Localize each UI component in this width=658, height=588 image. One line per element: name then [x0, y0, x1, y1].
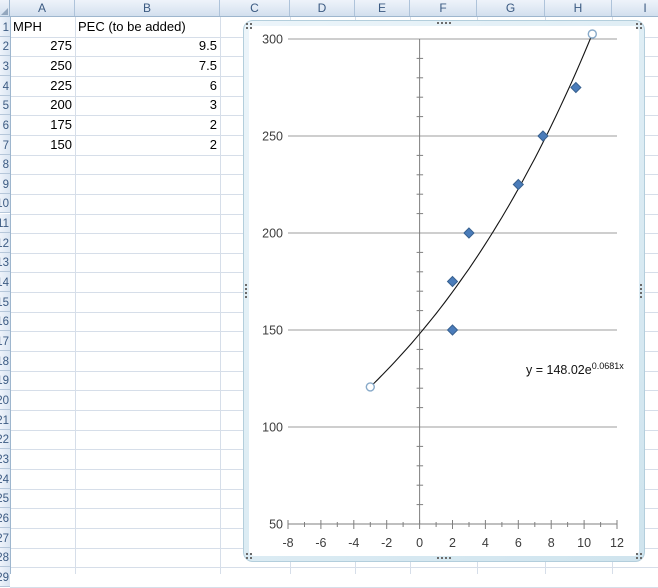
resize-handle-top-left[interactable] [246, 23, 248, 25]
chart-object[interactable]: 50 100 150 200 250 300 -8 -6 -4 -2 0 2 4 6 8 10 12 y = 1… [243, 20, 645, 562]
cell-B6[interactable]: 2 [75, 115, 220, 135]
data-point[interactable] [537, 130, 549, 142]
resize-handle-bottom[interactable] [437, 557, 439, 559]
resize-handle-top-right[interactable] [636, 23, 638, 25]
data-point[interactable] [446, 324, 459, 336]
row-header-3[interactable]: 3 [0, 56, 10, 76]
y-axis-tick-label: 100 [262, 421, 283, 435]
row-header-5[interactable]: 5 [0, 95, 10, 116]
row-header-11[interactable]: 11 [0, 213, 10, 234]
cell-B3[interactable]: 7.5 [75, 56, 220, 76]
data-point[interactable] [446, 275, 459, 288]
equation-exponent: 0.0681x [591, 361, 624, 371]
row-header-25[interactable]: 25 [0, 488, 10, 509]
y-axis-tick-label: 150 [262, 324, 283, 338]
row-header-14[interactable]: 14 [0, 272, 10, 293]
cell-A3[interactable]: 250 [10, 56, 75, 76]
cell-A1[interactable]: MPH [10, 17, 75, 37]
column-headers: ABCDEFGHI [0, 0, 658, 17]
row-header-2[interactable]: 2 [0, 36, 10, 57]
column-header-A[interactable]: A [10, 0, 75, 16]
row-header-24[interactable]: 24 [0, 468, 10, 489]
trendline-endpoint-handle[interactable] [587, 29, 597, 39]
row-header-15[interactable]: 15 [0, 292, 10, 312]
resize-handle-bottom-left[interactable] [246, 553, 248, 555]
column-header-G[interactable]: G [477, 0, 545, 16]
row-header-26[interactable]: 26 [0, 508, 10, 528]
column-header-D[interactable]: D [290, 0, 355, 16]
row-header-27[interactable]: 27 [0, 527, 10, 548]
row-header-12[interactable]: 12 [0, 233, 10, 253]
equation-main: y = 148.02e [526, 363, 592, 378]
cell-B2[interactable]: 9.5 [75, 37, 220, 57]
data-point[interactable] [463, 227, 475, 239]
row-header-16[interactable]: 16 [0, 311, 10, 332]
row-header-17[interactable]: 17 [0, 331, 10, 352]
data-point[interactable] [512, 178, 525, 191]
trendline-endpoint-handle[interactable] [365, 382, 376, 392]
row-headers: 1234567891011121314151617181920212223242… [0, 17, 11, 587]
x-axis-tick-label: -2 [381, 536, 392, 550]
resize-handle-top[interactable] [437, 22, 439, 24]
column-header-I[interactable]: I [612, 0, 658, 16]
row-header-8[interactable]: 8 [0, 154, 10, 175]
row-header-21[interactable]: 21 [0, 410, 10, 430]
cell-B1[interactable]: PEC (to be added) [75, 17, 220, 37]
row-header-7[interactable]: 7 [0, 134, 10, 155]
row-header-29[interactable]: 29 [0, 567, 10, 587]
row-header-20[interactable]: 20 [0, 390, 10, 410]
trendline-equation-label[interactable]: y = 148.02e0.0681x [526, 361, 624, 377]
cell-A2[interactable]: 275 [10, 37, 75, 57]
x-axis-tick-label: 6 [515, 536, 522, 550]
column-header-B[interactable]: B [75, 0, 220, 16]
column-header-C[interactable]: C [220, 0, 290, 16]
trendline[interactable] [369, 33, 593, 388]
column-header-E[interactable]: E [355, 0, 410, 16]
row-header-13[interactable]: 13 [0, 252, 10, 273]
y-axis-tick-label: 250 [262, 130, 283, 144]
y-axis-tick-label: 50 [269, 518, 283, 532]
x-axis-tick-label: 12 [610, 536, 624, 550]
row-header-1[interactable]: 1 [0, 17, 10, 37]
x-axis-tick-label: -4 [348, 536, 359, 550]
y-axis-tick-label: 200 [262, 227, 283, 241]
column-header-F[interactable]: F [410, 0, 477, 16]
x-axis-tick-label: 4 [482, 536, 489, 550]
row-header-19[interactable]: 19 [0, 370, 10, 391]
row-header-4[interactable]: 4 [0, 75, 10, 96]
select-all-corner[interactable] [0, 0, 10, 17]
row-header-9[interactable]: 9 [0, 174, 10, 194]
cell-A7[interactable]: 150 [10, 135, 75, 155]
cell-A4[interactable]: 225 [10, 76, 75, 96]
cell-A6[interactable]: 175 [10, 115, 75, 135]
scatter-chart[interactable]: 50 100 150 200 250 300 -8 -6 -4 -2 0 2 4 6 8 10 12 [243, 20, 645, 562]
cell-B4[interactable]: 6 [75, 76, 220, 96]
resize-handle-bottom-right[interactable] [636, 553, 638, 555]
row-header-28[interactable]: 28 [0, 547, 10, 568]
x-axis-tick-label: 8 [548, 536, 555, 550]
row-header-22[interactable]: 22 [0, 429, 10, 450]
row-header-10[interactable]: 10 [0, 193, 10, 214]
row-header-23[interactable]: 23 [0, 449, 10, 469]
x-axis-tick-label: 0 [416, 536, 423, 550]
row-header-18[interactable]: 18 [0, 351, 10, 371]
cell-A5[interactable]: 200 [10, 96, 75, 116]
row-header-6[interactable]: 6 [0, 115, 10, 135]
data-point[interactable] [570, 81, 582, 94]
resize-handle-left[interactable] [245, 284, 247, 286]
x-axis-tick-label: -6 [315, 536, 326, 550]
excel-worksheet: ABCDEFGHI 123456789101112131415161718192… [0, 0, 658, 588]
x-axis-tick-label: 10 [577, 536, 591, 550]
x-axis-tick-label: 2 [449, 536, 456, 550]
column-header-H[interactable]: H [545, 0, 612, 16]
x-axis-tick-label: -8 [282, 536, 293, 550]
sheet-gridline-v [220, 17, 221, 574]
cell-B5[interactable]: 3 [75, 96, 220, 116]
resize-handle-right[interactable] [640, 284, 642, 286]
y-axis-tick-label: 300 [262, 33, 283, 47]
sheet-gridline-h [10, 567, 658, 569]
cell-B7[interactable]: 2 [75, 135, 220, 155]
